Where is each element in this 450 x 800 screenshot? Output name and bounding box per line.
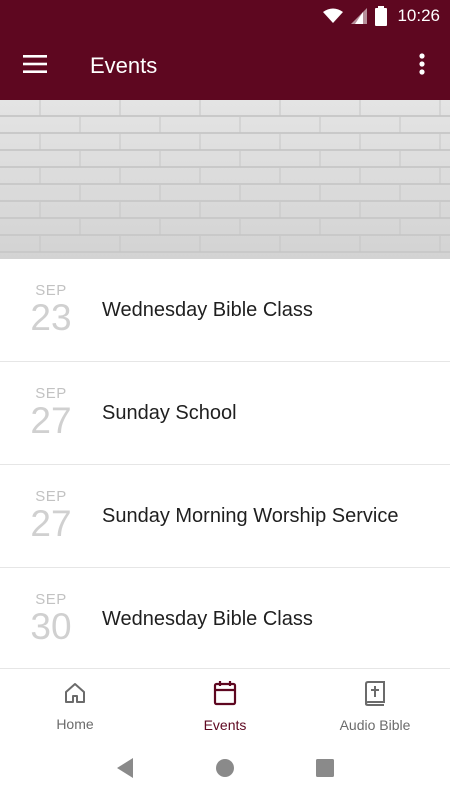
event-title: Sunday Morning Worship Service: [102, 504, 399, 527]
event-day: 27: [30, 400, 72, 441]
calendar-icon: [213, 680, 237, 711]
bottom-navigation: Home Events Audio Bible: [0, 668, 450, 740]
system-navigation-bar: [0, 740, 450, 800]
event-list-item[interactable]: SEP 23 Wednesday Bible Class: [0, 259, 450, 362]
nav-item-home[interactable]: Home: [0, 669, 150, 740]
nav-label-audio-bible: Audio Bible: [339, 717, 411, 733]
event-title: Wednesday Bible Class: [102, 607, 313, 630]
recents-icon[interactable]: [315, 758, 335, 783]
event-list-item[interactable]: SEP 27 Sunday Morning Worship Service: [0, 465, 450, 568]
battery-icon: [375, 6, 388, 26]
events-list: SEP 23 Wednesday Bible Class SEP 27 Sund…: [0, 259, 450, 671]
nav-item-events[interactable]: Events: [150, 669, 300, 740]
menu-icon: [23, 54, 47, 78]
wifi-icon: [323, 8, 344, 24]
nav-label-events: Events: [203, 717, 247, 733]
more-vert-icon: [419, 52, 425, 80]
event-day: 30: [30, 606, 72, 647]
menu-button[interactable]: [0, 32, 70, 100]
home-circle-icon[interactable]: [215, 758, 235, 783]
event-list-item[interactable]: SEP 27 Sunday School: [0, 362, 450, 465]
bible-icon: [364, 680, 386, 711]
hero-brick-wall-image: [0, 100, 450, 259]
event-list-item[interactable]: SEP 30 Wednesday Bible Class: [0, 568, 450, 671]
event-date: SEP 27: [0, 489, 102, 543]
home-icon: [63, 681, 87, 710]
event-title: Sunday School: [102, 401, 237, 424]
event-date: SEP 27: [0, 386, 102, 440]
status-time: 10:26: [397, 6, 440, 25]
event-day: 27: [30, 503, 72, 544]
event-date: SEP 23: [0, 283, 102, 337]
status-bar: 10:26: [0, 0, 450, 32]
event-day: 23: [30, 297, 72, 338]
app-bar: Events: [0, 32, 450, 100]
cell-signal-icon: [351, 8, 368, 24]
event-date: SEP 30: [0, 592, 102, 646]
event-title: Wednesday Bible Class: [102, 298, 313, 321]
back-icon[interactable]: [115, 757, 135, 784]
nav-item-audio-bible[interactable]: Audio Bible: [300, 669, 450, 740]
page-title: Events: [90, 53, 158, 78]
more-options-button[interactable]: [394, 32, 450, 100]
nav-label-home: Home: [56, 716, 94, 732]
